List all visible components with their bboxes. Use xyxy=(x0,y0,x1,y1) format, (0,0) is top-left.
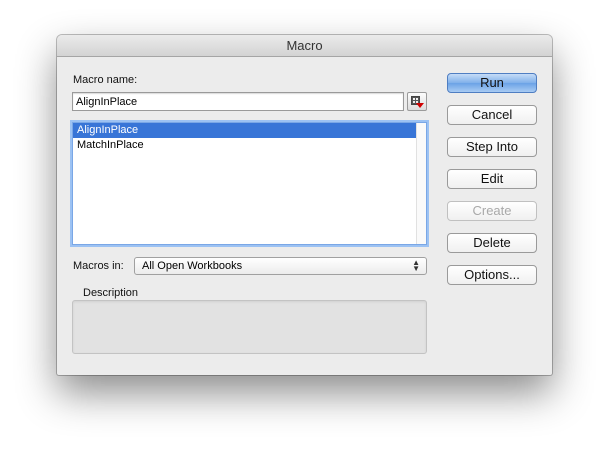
step-into-button[interactable]: Step Into xyxy=(447,137,537,157)
macro-name-label: Macro name: xyxy=(73,74,138,86)
macros-in-select[interactable]: All Open Workbooks ▲ ▼ xyxy=(134,257,427,275)
red-arrow-glyph xyxy=(416,103,424,108)
macro-dialog: Macro Macro name: AlignInPlace MatchInPl… xyxy=(57,35,552,375)
macro-list[interactable]: AlignInPlace MatchInPlace xyxy=(72,122,427,245)
macros-in-value: All Open Workbooks xyxy=(142,260,243,272)
options-button[interactable]: Options... xyxy=(447,265,537,285)
range-select-icon[interactable] xyxy=(407,92,427,111)
scrollbar[interactable] xyxy=(416,123,426,244)
delete-button[interactable]: Delete xyxy=(447,233,537,253)
macros-in-label: Macros in: xyxy=(73,260,124,272)
create-button: Create xyxy=(447,201,537,221)
run-button[interactable]: Run xyxy=(447,73,537,93)
macro-name-field[interactable] xyxy=(72,92,404,111)
list-item[interactable]: MatchInPlace xyxy=(73,138,426,153)
description-label: Description xyxy=(83,287,139,299)
cancel-button[interactable]: Cancel xyxy=(447,105,537,125)
edit-button[interactable]: Edit xyxy=(447,169,537,189)
description-box xyxy=(72,300,427,354)
chevron-updown-icon: ▲ ▼ xyxy=(412,258,420,273)
list-item[interactable]: AlignInPlace xyxy=(73,123,426,138)
window-title: Macro xyxy=(57,35,552,57)
